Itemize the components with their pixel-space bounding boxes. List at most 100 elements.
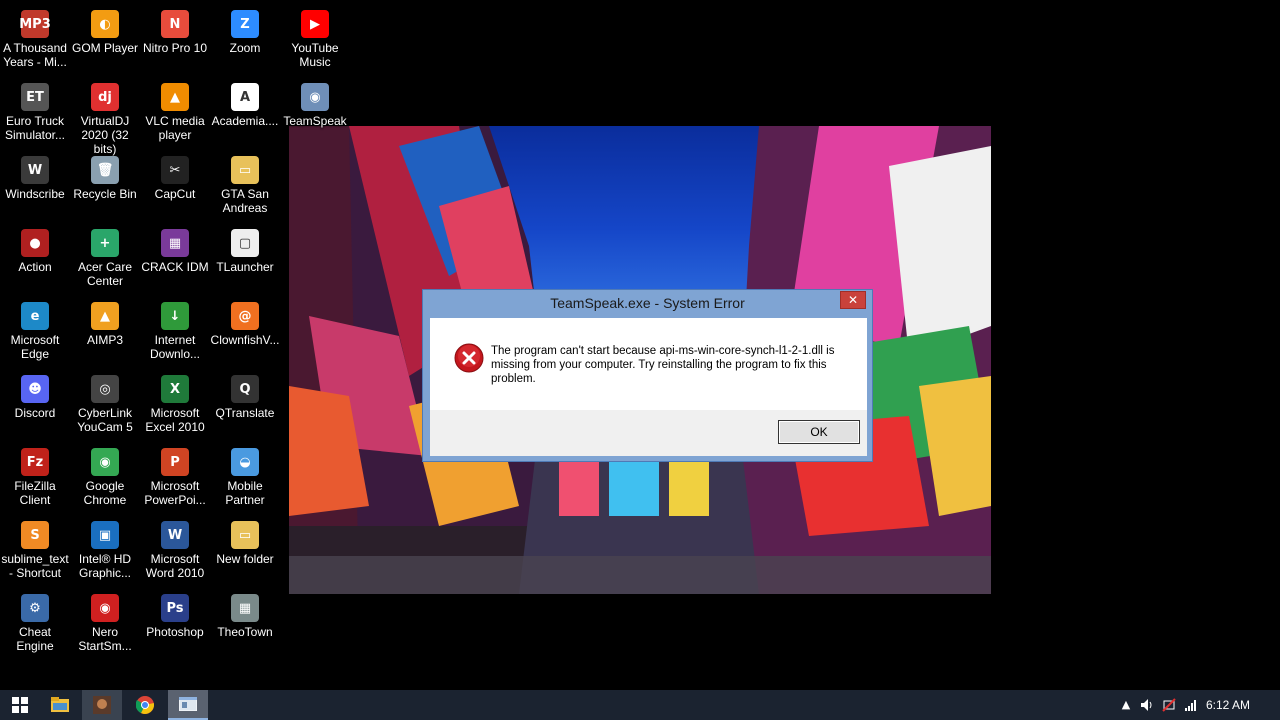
desktop-icon-label: QTranslate [215,406,275,420]
desktop-icon-label: New folder [216,552,274,566]
desktop-icon-label: CapCut [154,187,196,201]
ok-button[interactable]: OK [778,420,860,444]
desktop-icon-label: Nero StartSm... [78,625,132,653]
app-icon: 🗑 [91,156,119,184]
desktop-icon-label: Microsoft PowerPoi... [144,479,206,507]
start-button[interactable] [0,690,40,720]
file-explorer-icon [51,697,69,712]
desktop-icon[interactable]: P Microsoft PowerPoi... [140,442,210,514]
app-icon: ▣ [91,521,119,549]
desktop-icon[interactable]: ▢ TLauncher [210,223,280,295]
desktop-icon[interactable]: MP3 A Thousand Years - Mi... [0,4,70,76]
app-icon: ▲ [91,302,119,330]
app-icon: N [161,10,189,38]
app-icon: P [161,448,189,476]
desktop-icon[interactable]: dj VirtualDJ 2020 (32 bits) [70,77,140,156]
app-icon: ◉ [301,83,329,111]
signal-icon[interactable] [1184,698,1198,712]
desktop-icon-label: Internet Downlo... [149,333,201,361]
desktop-icon-label: Euro Truck Simulator... [4,114,66,142]
dialog-title: TeamSpeak.exe - System Error [550,295,745,311]
desktop-icon-label: Academia.... [211,114,279,128]
desktop-icon[interactable]: ▭ GTA San Andreas [210,150,280,222]
desktop-icon[interactable]: e Microsoft Edge [0,296,70,368]
desktop-icon[interactable]: ▲ VLC media player [140,77,210,149]
desktop-icon-label: Acer Care Center [77,260,133,288]
desktop-icon[interactable]: X Microsoft Excel 2010 [140,369,210,441]
app-icon: e [21,302,49,330]
desktop-icon-label: YouTube Music [291,41,339,69]
app-icon: ET [21,83,49,111]
desktop-icon[interactable]: ▲ AIMP3 [70,296,140,368]
desktop-icon[interactable]: ◉ TeamSpeak [280,77,350,149]
app-icon: MP3 [19,10,51,38]
desktop-icon[interactable]: ⚙ Cheat Engine [0,588,70,660]
desktop-icon-label: AIMP3 [86,333,123,347]
app-icon: W [161,521,189,549]
desktop-icon-label: CRACK IDM [141,260,209,274]
desktop-icon-label: GOM Player [71,41,138,55]
chevron-up-icon[interactable]: ▲ [1119,698,1133,712]
app-icon: ▦ [231,594,259,622]
app-icon: ▦ [161,229,189,257]
desktop-icon[interactable]: ◎ CyberLink YouCam 5 [70,369,140,441]
desktop-icon[interactable]: ☻ Discord [0,369,70,441]
desktop-icon[interactable]: ET Euro Truck Simulator... [0,77,70,149]
clock-time[interactable]: 6:12 AM [1206,698,1250,712]
dialog-close-button[interactable]: ✕ [840,291,866,309]
desktop-icon[interactable]: Ssublime_text - Shortcut [0,515,70,587]
desktop-icon[interactable]: ◉ Google Chrome [70,442,140,514]
desktop-icon[interactable]: ✂ CapCut [140,150,210,222]
desktop-icon[interactable]: + Acer Care Center [70,223,140,295]
desktop-icon-label: VLC media player [145,114,205,142]
app-icon: ◉ [91,448,119,476]
desktop-icon[interactable]: W Microsoft Word 2010 [140,515,210,587]
taskbar-file-explorer[interactable] [40,690,80,720]
desktop-icon-label: Discord [14,406,56,420]
desktop-icon-label: Zoom [229,41,261,55]
desktop-icon[interactable]: ● Action [0,223,70,295]
desktop-icon[interactable]: ▦ TheoTown [210,588,280,660]
desktop-icon[interactable]: ◒ Mobile Partner [210,442,280,514]
taskbar-error-window[interactable] [168,690,208,720]
app-icon: ▲ [161,83,189,111]
app-icon: @ [231,302,259,330]
desktop-icon[interactable]: Ps Photoshop [140,588,210,660]
app-icon: ✂ [161,156,189,184]
app-icon: ● [21,229,49,257]
desktop-icon[interactable]: ▶ YouTube Music [280,4,350,76]
desktop-icon[interactable]: A Academia.... [210,77,280,149]
dialog-titlebar[interactable]: TeamSpeak.exe - System Error ✕ [423,290,872,318]
app-icon: Ps [161,594,189,622]
dialog-message: The program can't start because api-ms-w… [491,345,835,385]
taskbar-game-app[interactable] [82,690,122,720]
volume-icon[interactable] [1140,698,1154,712]
desktop-icon-label: Cheat Engine [16,625,54,653]
desktop-icon[interactable]: ◐ GOM Player [70,4,140,76]
desktop-icon-label: TLauncher [216,260,274,274]
desktop-icon[interactable]: N Nitro Pro 10 [140,4,210,76]
desktop-icon[interactable]: ◉ Nero StartSm... [70,588,140,660]
desktop-icon-label: TheoTown [217,625,273,639]
taskbar-chrome[interactable] [125,690,165,720]
desktop-icon[interactable]: Fz FileZilla Client [0,442,70,514]
desktop-icon[interactable]: Z Zoom [210,4,280,76]
desktop-icon-label: Action [18,260,52,274]
desktop-icon-label: Microsoft Word 2010 [145,552,205,580]
desktop-icon[interactable]: 🗑 Recycle Bin [70,150,140,222]
desktop-icon[interactable]: @ ClownfishV... [210,296,280,368]
desktop-icon[interactable]: ▭ New folder [210,515,280,587]
dialog-content: The program can't start because api-ms-w… [430,318,867,410]
network-icon[interactable] [1162,698,1176,712]
desktop-icon[interactable]: ▦ CRACK IDM [140,223,210,295]
desktop-icon[interactable]: W Windscribe [0,150,70,222]
desktop-icon-label: GTA San Andreas [221,187,269,215]
desktop-icon[interactable]: Q QTranslate [210,369,280,441]
app-icon: ▭ [231,521,259,549]
desktop-icon[interactable]: ▣ Intel® HD Graphic... [70,515,140,587]
desktop-icon-label: Intel® HD Graphic... [78,552,132,580]
app-icon: ▢ [231,229,259,257]
system-error-dialog: TeamSpeak.exe - System Error ✕ The progr… [422,289,873,462]
desktop-icon-label: Microsoft Excel 2010 [145,406,205,434]
desktop-icon[interactable]: ↓ Internet Downlo... [140,296,210,368]
